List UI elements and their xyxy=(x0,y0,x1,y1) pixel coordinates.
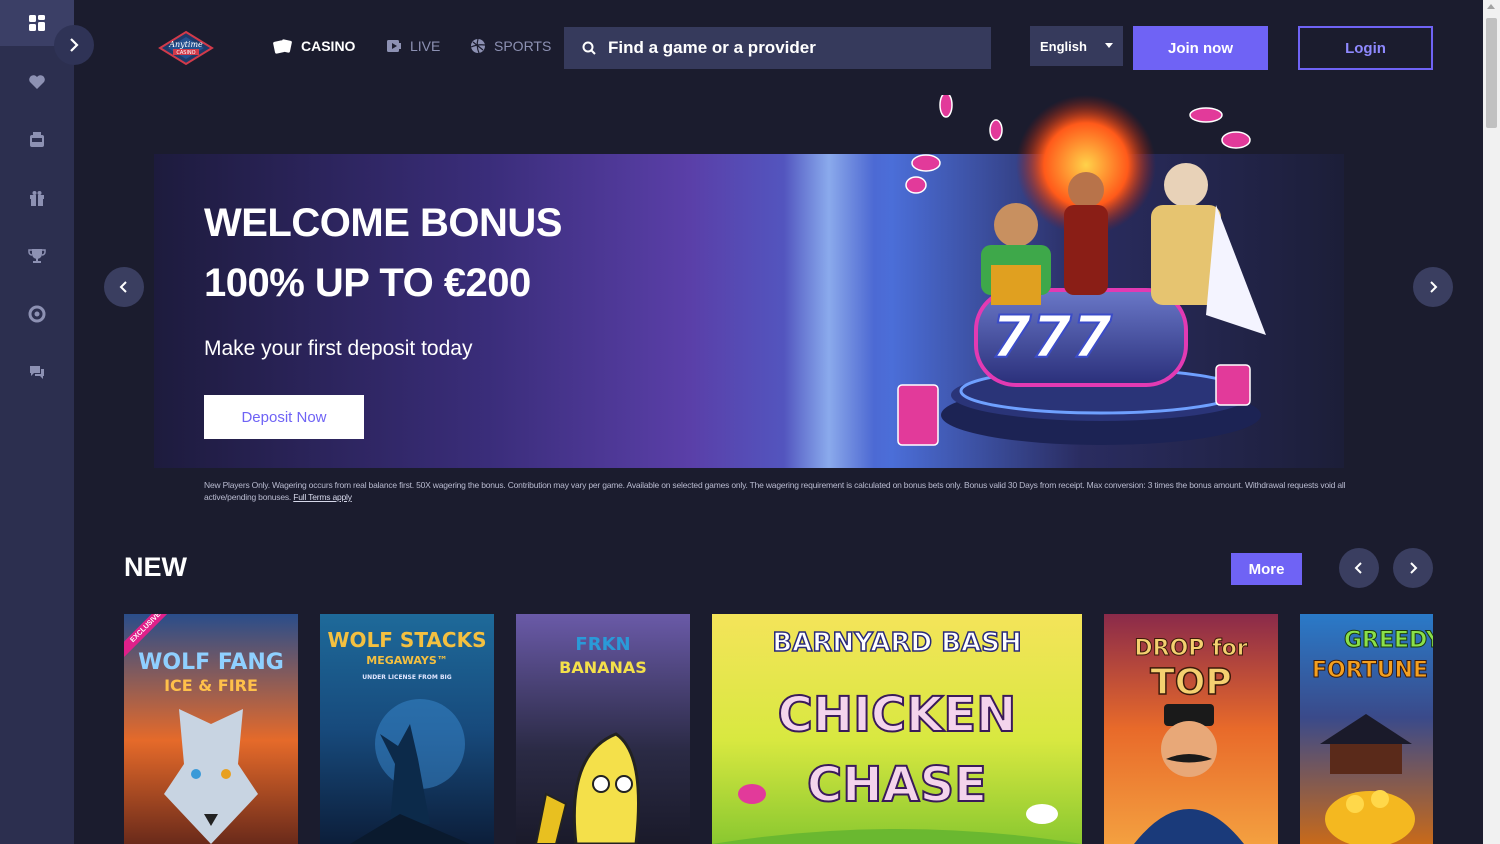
chevron-right-icon xyxy=(70,38,79,52)
chevron-right-icon xyxy=(1430,281,1438,293)
game-tile-frkn-bananas[interactable]: FRKN BANANAS xyxy=(516,614,690,844)
banner-title-line1: WELCOME BONUS xyxy=(204,201,562,245)
bonus-terms: New Players Only. Wagering occurs from r… xyxy=(204,479,1374,503)
live-icon xyxy=(387,40,401,52)
scrollbar-thumb[interactable] xyxy=(1486,18,1497,128)
language-value: English xyxy=(1040,38,1087,54)
slots-icon xyxy=(30,132,44,147)
chevron-left-icon xyxy=(1354,562,1362,574)
sidebar-item-tournaments[interactable] xyxy=(0,233,74,279)
chevron-down-icon xyxy=(1105,43,1113,48)
game-title: GREEDY xyxy=(1344,628,1434,654)
game-subtitle: BANANAS xyxy=(559,658,647,677)
chicken-artwork xyxy=(712,784,1082,844)
sidebar-item-support[interactable] xyxy=(0,291,74,337)
banner-illustration: 777 xyxy=(886,92,1286,455)
banner-prev-button[interactable] xyxy=(104,267,144,307)
join-now-button[interactable]: Join now xyxy=(1133,26,1268,70)
game-tile-drop-for-top[interactable]: DROP for TOP xyxy=(1104,614,1278,844)
login-button[interactable]: Login xyxy=(1298,26,1433,70)
wolf-artwork xyxy=(164,709,258,844)
howling-wolf-artwork xyxy=(350,699,470,844)
full-terms-link[interactable]: Full Terms apply xyxy=(293,492,352,502)
game-title: FRKN xyxy=(575,634,631,655)
games-prev-button[interactable] xyxy=(1339,548,1379,588)
banner-title-line2: 100% UP TO €200 xyxy=(204,261,531,305)
nav-live[interactable]: LIVE xyxy=(386,38,440,54)
banner-subtitle: Make your first deposit today xyxy=(204,337,473,360)
language-select[interactable]: English xyxy=(1030,26,1123,66)
dashboard-icon xyxy=(29,15,45,31)
game-subtitle: ICE & FIRE xyxy=(164,676,258,695)
game-subtitle: FORTUNE P xyxy=(1312,658,1433,684)
search-input[interactable] xyxy=(608,38,968,58)
nav-sports[interactable]: SPORTS xyxy=(470,38,551,54)
game-title: WOLF FANG xyxy=(138,650,284,675)
banner-next-button[interactable] xyxy=(1413,267,1453,307)
game-note: UNDER LICENSE FROM BIG xyxy=(362,674,452,681)
sidebar-toggle-button[interactable] xyxy=(54,25,94,65)
trophy-icon xyxy=(28,249,46,263)
bonus-terms-text: New Players Only. Wagering occurs from r… xyxy=(204,480,1346,502)
game-subtitle: TOP xyxy=(1149,661,1232,704)
svg-text:CASINO: CASINO xyxy=(176,50,195,56)
chat-icon xyxy=(30,366,44,379)
banner-title: WELCOME BONUS 100% UP TO €200 xyxy=(204,193,562,313)
lifebuoy-icon xyxy=(28,305,46,323)
mustache-man-artwork xyxy=(1134,704,1244,844)
game-tile-chicken-chase[interactable]: BARNYARD BASH CHICKEN CHASE xyxy=(712,614,1082,844)
ball-icon xyxy=(470,38,486,54)
nav-label: CASINO xyxy=(301,38,356,54)
chevron-left-icon xyxy=(119,281,127,293)
game-title: BARNYARD BASH xyxy=(772,627,1023,659)
nav-casino[interactable]: CASINO xyxy=(273,38,355,54)
sidebar-item-favourites[interactable] xyxy=(0,59,74,105)
banner-light-ray xyxy=(784,154,874,468)
chevron-right-icon xyxy=(1410,562,1418,574)
more-button[interactable]: More xyxy=(1231,553,1302,585)
nav-label: SPORTS xyxy=(494,38,552,54)
sidebar-item-chat[interactable] xyxy=(0,349,74,395)
svg-text:777: 777 xyxy=(991,303,1113,371)
game-tile-wolf-fang[interactable]: EXCLUSIVE WOLF FANG ICE & FIRE xyxy=(124,614,298,844)
game-tile-wolf-stacks[interactable]: WOLF STACKS MEGAWAYS™ UNDER LICENSE FROM… xyxy=(320,614,494,844)
svg-text:Anytime: Anytime xyxy=(168,40,203,49)
game-title: WOLF STACKS xyxy=(327,628,487,652)
section-title-new: NEW xyxy=(124,552,187,582)
games-next-button[interactable] xyxy=(1393,548,1433,588)
sidebar-item-promotions[interactable] xyxy=(0,175,74,221)
game-tile-greedy-fortune[interactable]: GREEDY FORTUNE P xyxy=(1300,614,1433,844)
pagoda-artwork xyxy=(1320,714,1415,844)
banana-artwork xyxy=(534,732,640,844)
sidebar xyxy=(0,0,74,844)
game-subtitle: MEGAWAYS™ xyxy=(366,654,448,667)
sidebar-item-slots[interactable] xyxy=(0,117,74,163)
scroll-up-arrow-icon[interactable] xyxy=(1487,4,1495,9)
search-bar[interactable] xyxy=(564,27,991,69)
nav-label: LIVE xyxy=(410,38,441,54)
heart-icon xyxy=(29,75,45,89)
search-icon xyxy=(582,41,596,55)
deposit-now-button[interactable]: Deposit Now xyxy=(204,395,364,439)
game-title: DROP for xyxy=(1134,636,1248,662)
site-logo[interactable]: Anytime CASINO xyxy=(158,30,214,66)
cards-icon xyxy=(273,39,292,54)
gift-icon xyxy=(30,191,44,206)
